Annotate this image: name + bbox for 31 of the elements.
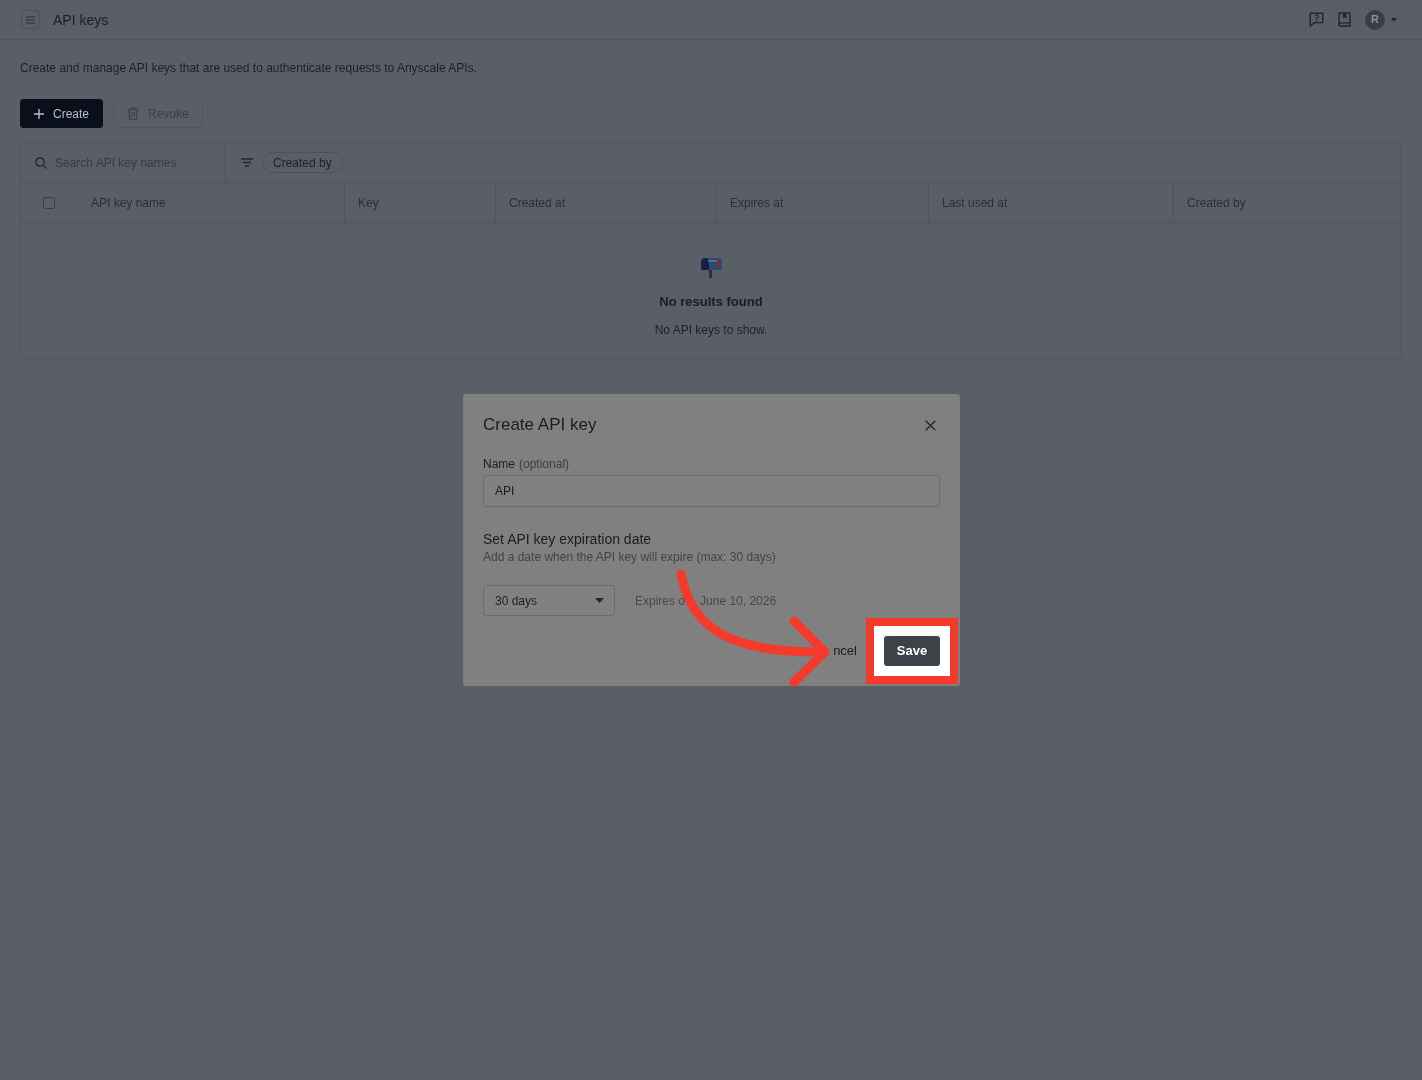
search-icon	[35, 156, 47, 169]
expiry-text: June 10, 2026	[700, 592, 777, 610]
caret-icon	[595, 598, 604, 603]
filter-icon[interactable]	[241, 158, 253, 167]
name-input[interactable]: API	[483, 475, 940, 507]
duration-select[interactable]: 30 days	[483, 585, 615, 616]
expiry-text: Expires o	[635, 592, 686, 610]
empty-title: No results found	[659, 294, 763, 310]
dialog-title: Create API key	[483, 414, 597, 436]
page-description: Create and manage API keys that are used to authenticate requests to Anyscale APIs.	[20, 60, 477, 76]
section-heading: Set API key expiration date	[483, 530, 652, 548]
field-label: Name	[483, 456, 515, 472]
create-button[interactable]: Create	[20, 99, 104, 128]
caret-icon[interactable]	[1391, 17, 1397, 22]
cancel-button[interactable]: ncel	[833, 643, 857, 659]
avatar[interactable]: R	[1365, 9, 1385, 30]
close-icon	[925, 419, 936, 431]
book-icon[interactable]	[1338, 12, 1351, 27]
help-bubble-icon[interactable]	[1309, 12, 1324, 27]
section-description: Add a date when the API key will expire (max: 30 days)	[483, 549, 776, 565]
select-all-checkbox[interactable]	[43, 196, 55, 209]
save-button[interactable]: Save	[884, 636, 940, 666]
mailbox-icon	[699, 256, 723, 278]
empty-message: No API keys to show.	[654, 322, 768, 338]
plus-icon	[34, 108, 44, 119]
optional-note: (optional)	[519, 456, 570, 472]
close-button[interactable]	[925, 419, 936, 431]
menu-icon	[26, 15, 35, 24]
page-title: API keys	[53, 10, 109, 29]
trash-icon	[127, 107, 140, 120]
menu-button[interactable]	[21, 10, 40, 29]
